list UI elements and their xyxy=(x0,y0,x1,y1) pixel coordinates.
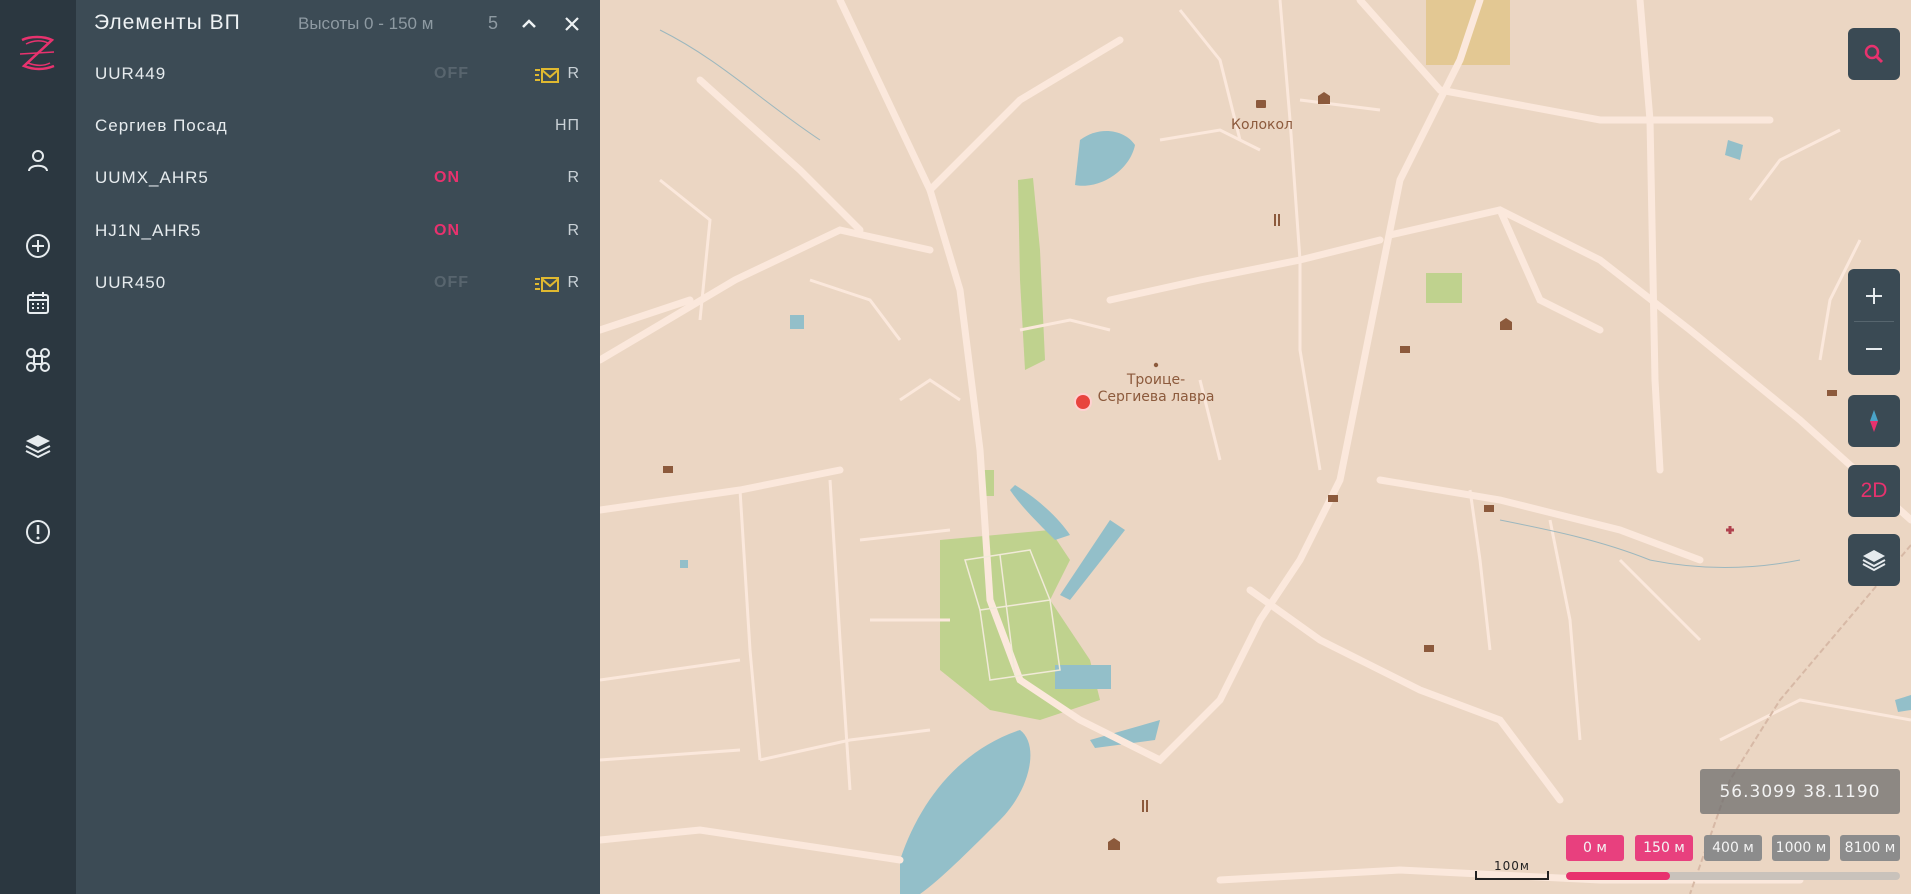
collapse-button[interactable] xyxy=(515,10,543,38)
user-icon[interactable] xyxy=(18,141,58,181)
element-status[interactable]: ON xyxy=(434,169,460,187)
altitude-range-fill xyxy=(1566,872,1670,880)
nav-rail xyxy=(0,0,76,894)
airspace-element-row[interactable]: UUR450 OFF R xyxy=(76,259,600,311)
map-canvas xyxy=(600,0,1911,894)
map-layers-button[interactable] xyxy=(1848,534,1900,586)
altitude-button[interactable]: 400 м xyxy=(1704,835,1762,861)
layers-icon xyxy=(1862,550,1886,572)
layers-icon[interactable] xyxy=(18,426,58,466)
view-mode-toggle[interactable]: 2D xyxy=(1848,465,1900,517)
search-icon xyxy=(1864,44,1884,64)
altitude-button[interactable]: 8100 м xyxy=(1840,835,1900,861)
map-scale-bar xyxy=(1475,871,1549,880)
notification-mail-icon[interactable] xyxy=(534,67,560,85)
airspace-element-row[interactable]: Сергиев Посад НП xyxy=(76,102,600,154)
map-label-lavra-line1: Троице- xyxy=(1126,372,1186,388)
notification-mail-icon[interactable] xyxy=(534,276,560,294)
element-type-code: НП xyxy=(554,117,580,134)
element-status[interactable]: OFF xyxy=(434,274,469,292)
chevron-up-icon xyxy=(522,19,536,28)
map-label-lavra: Троице- Сергиева лавра xyxy=(1096,372,1216,406)
compass-button[interactable] xyxy=(1848,395,1900,447)
element-type-code: R xyxy=(567,274,580,291)
height-range: Высоты 0 - 150 м xyxy=(298,14,434,33)
element-type-code: R xyxy=(567,169,580,186)
airspace-element-row[interactable]: UUR449 OFF R xyxy=(76,50,600,102)
add-circle-icon[interactable] xyxy=(18,226,58,266)
airspace-element-row[interactable]: UUMX_AHR5 ON R xyxy=(76,154,600,206)
element-name: UUR449 xyxy=(95,64,167,83)
view-mode-label: 2D xyxy=(1860,479,1888,502)
altitude-button[interactable]: 1000 м xyxy=(1772,835,1830,861)
map-scale: 100м xyxy=(1475,859,1549,880)
elements-count: 5 xyxy=(488,13,499,33)
element-status[interactable]: OFF xyxy=(434,65,469,83)
close-button[interactable] xyxy=(558,10,586,38)
zoom-out-button[interactable] xyxy=(1848,322,1900,375)
calendar-icon[interactable] xyxy=(18,283,58,323)
airspace-element-row[interactable]: HJ1N_AHR5 ON R xyxy=(76,207,600,259)
element-name: UUMX_AHR5 xyxy=(95,168,209,187)
altitude-button[interactable]: 0 м xyxy=(1566,835,1624,861)
element-name: UUR450 xyxy=(95,273,167,292)
element-name: HJ1N_AHR5 xyxy=(95,221,202,240)
alert-icon[interactable] xyxy=(18,512,58,552)
airspace-elements-panel: Элементы ВП Высоты 0 - 150 м 5 UUR449 OFF… xyxy=(76,0,600,894)
map-view[interactable]: Колокол Троице- Сергиева лавра 2D 56.309… xyxy=(600,0,1911,894)
plus-icon xyxy=(1866,287,1882,304)
minus-icon xyxy=(1866,347,1882,350)
coordinates-readout: 56.3099 38.1190 xyxy=(1700,769,1900,814)
panel-title: Элементы ВП xyxy=(94,11,241,34)
map-label-lavra-line2: Сергиева лавра xyxy=(1097,389,1215,405)
compass-icon xyxy=(1870,410,1878,432)
zoom-controls xyxy=(1848,269,1900,375)
element-type-code: R xyxy=(567,222,580,239)
map-label-kolokol: Колокол xyxy=(1231,117,1293,133)
altitude-button[interactable]: 150 м xyxy=(1635,835,1693,861)
drone-icon[interactable] xyxy=(18,340,58,380)
altitude-range-slider[interactable] xyxy=(1566,872,1900,880)
close-icon xyxy=(565,17,579,31)
app-logo-icon[interactable] xyxy=(14,30,60,76)
element-status[interactable]: ON xyxy=(434,222,460,240)
map-search-button[interactable] xyxy=(1848,28,1900,80)
zoom-in-button[interactable] xyxy=(1848,269,1900,322)
element-type-code: R xyxy=(567,65,580,82)
element-name: Сергиев Посад xyxy=(95,116,228,135)
panel-header: Элементы ВП Высоты 0 - 150 м 5 xyxy=(76,0,600,48)
